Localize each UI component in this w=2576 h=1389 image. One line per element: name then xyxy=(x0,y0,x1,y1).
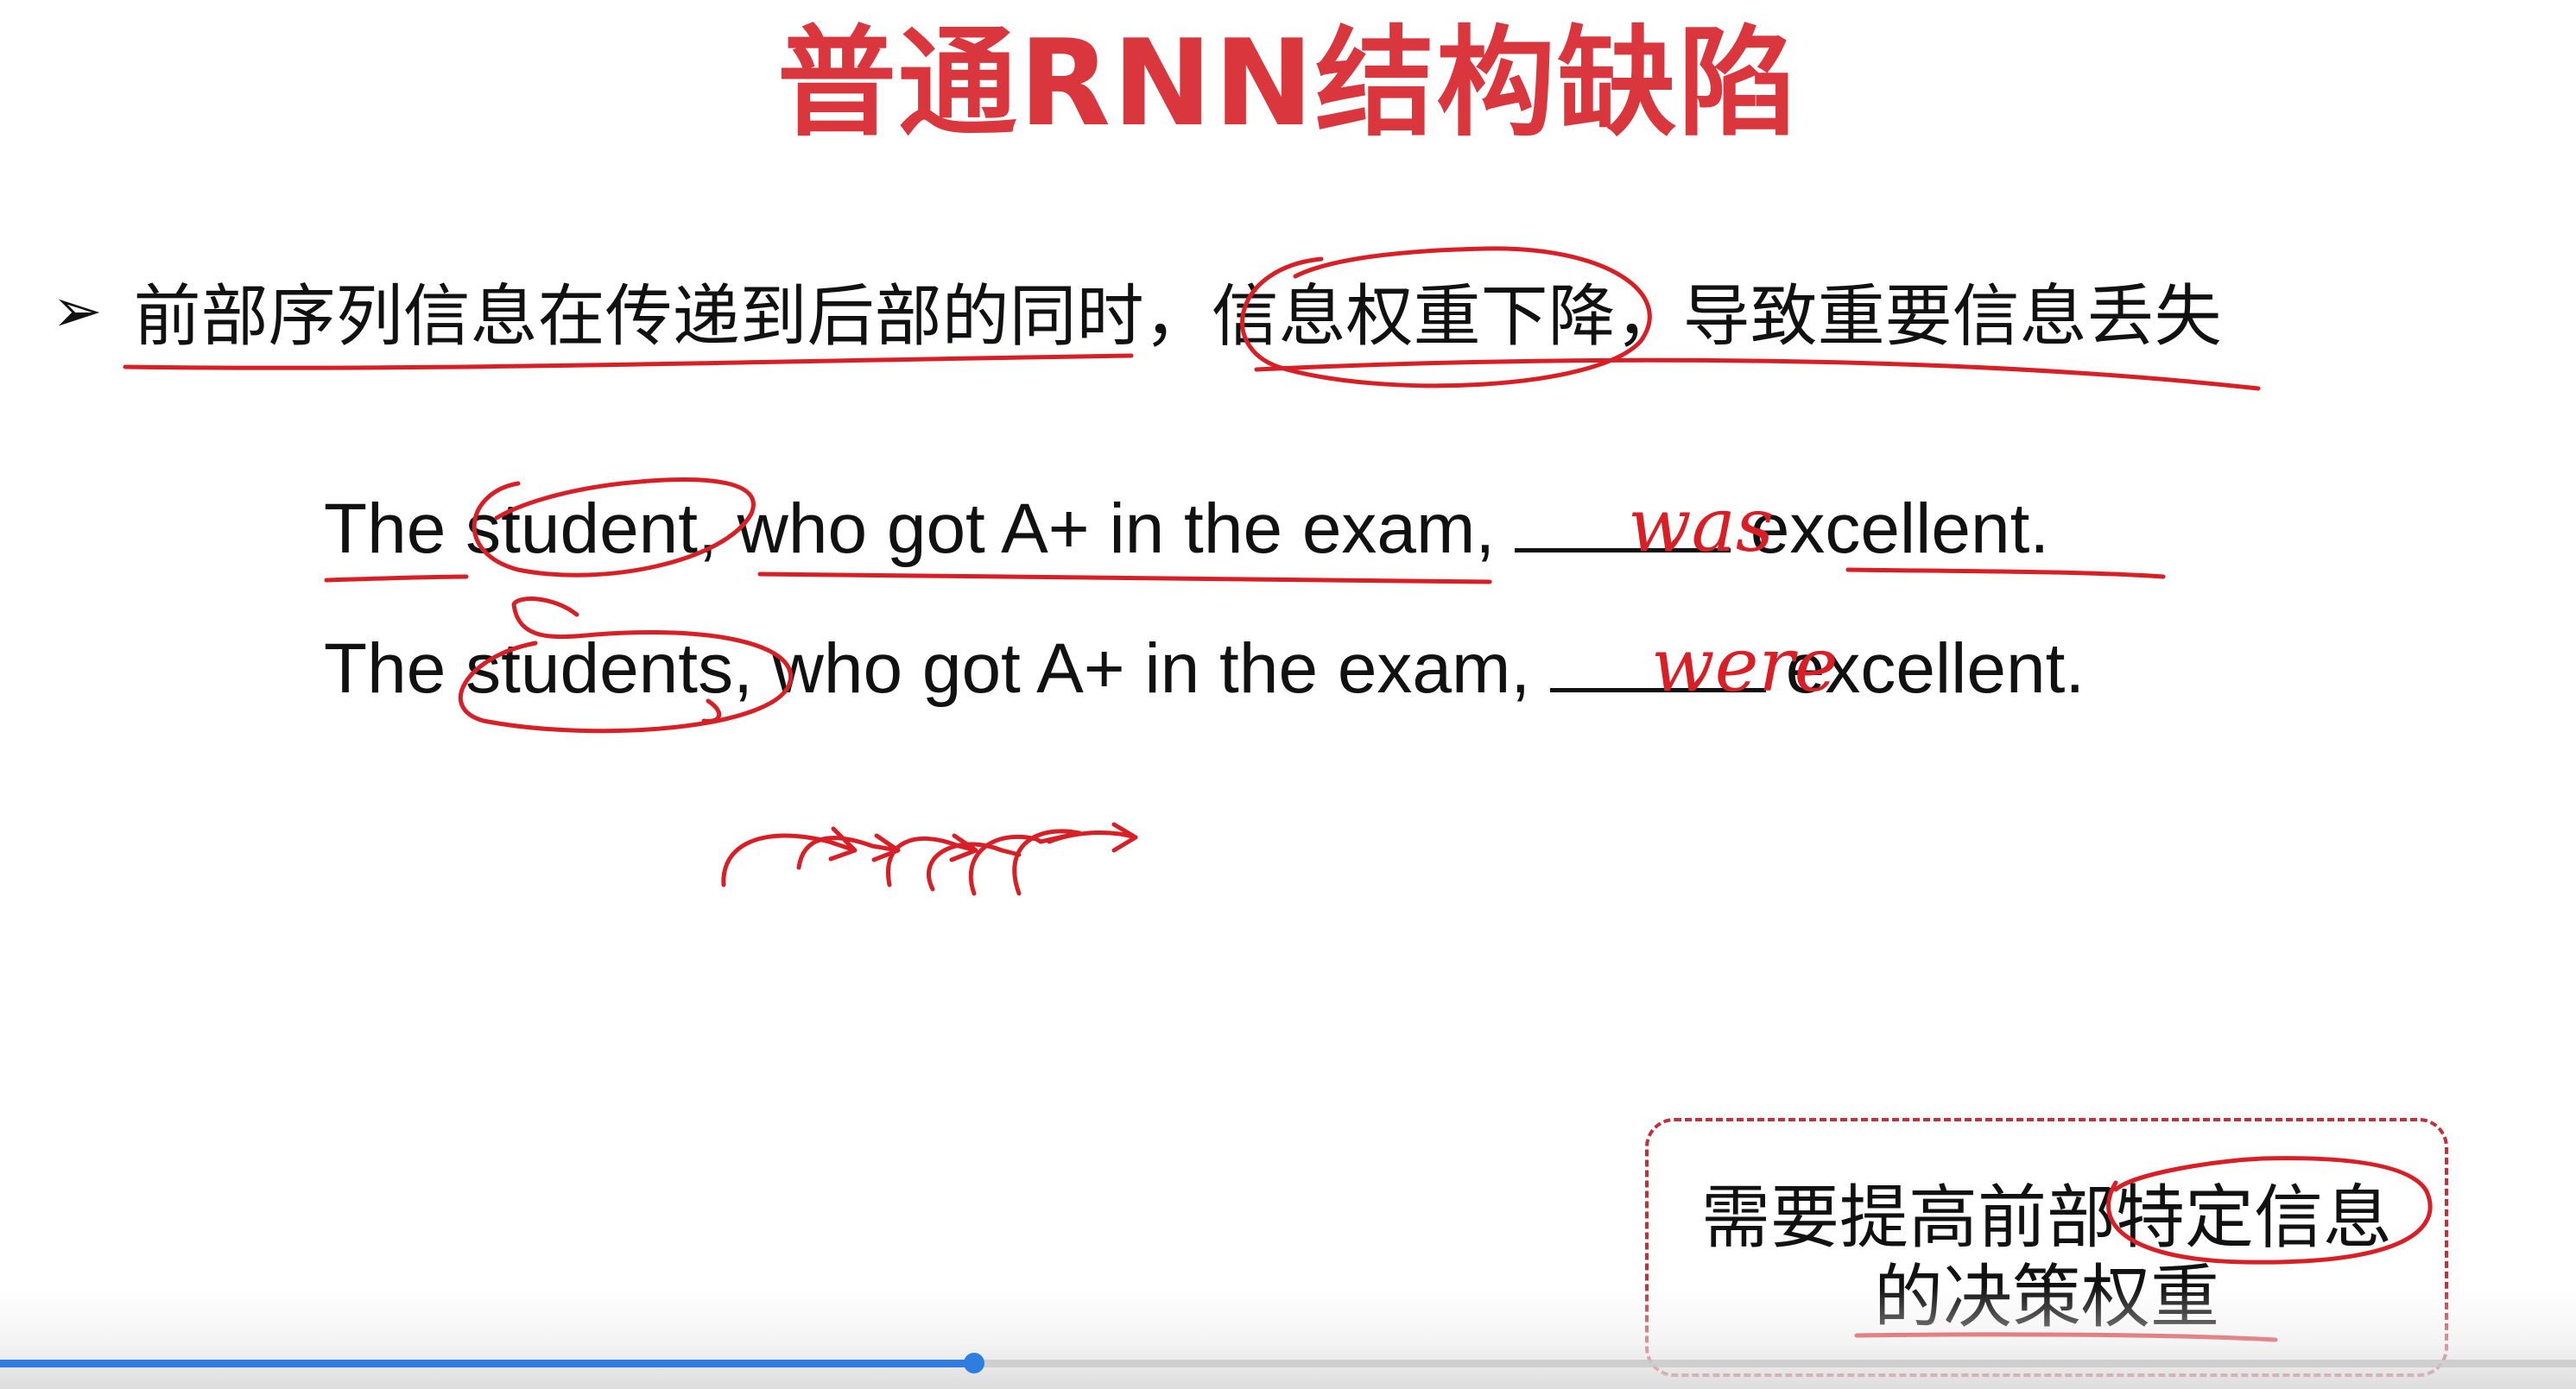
sentence-2-after: excellent. xyxy=(1785,629,2085,708)
slide: 普通RNN结构缺陷 ➢ 前部序列信息在传递到后部的同时，信息权重下降，导致重要信… xyxy=(0,0,2576,1389)
player-controls-gradient xyxy=(0,1286,2576,1389)
sentence-2-before: The students, who got A+ in the exam, xyxy=(324,629,1531,708)
example-sentence-1: The student, who got A+ in the exam, exc… xyxy=(324,488,2049,565)
ink-arrow-chain xyxy=(721,822,1138,896)
sentence-1-after: excellent. xyxy=(1750,489,2050,568)
sentence-1-blank xyxy=(1514,488,1731,552)
video-progress-handle[interactable] xyxy=(963,1353,984,1373)
ink-underline-the xyxy=(324,574,469,583)
bullet-point: ➢ 前部序列信息在传递到后部的同时，信息权重下降，导致重要信息丢失 xyxy=(52,263,2222,358)
video-progress-fill xyxy=(0,1360,974,1367)
sentence-2-blank xyxy=(1549,628,1766,692)
ink-underline-clause-1 xyxy=(757,571,1492,584)
example-sentence-2: The students, who got A+ in the exam, ex… xyxy=(324,628,2085,704)
ink-underline-bullet-2 xyxy=(1254,357,2261,391)
slide-title: 普通RNN结构缺陷 xyxy=(776,14,1800,153)
ink-underline-excellent-1 xyxy=(1845,567,2166,579)
sentence-1-before: The student, who got A+ in the exam, xyxy=(324,489,1496,568)
bullet-arrow-icon: ➢ xyxy=(52,275,103,346)
note-line-1: 需要提高前部特定信息 xyxy=(1701,1177,2392,1258)
bullet-text: 前部序列信息在传递到后部的同时，信息权重下降，导致重要信息丢失 xyxy=(133,278,2222,356)
video-progress-bar[interactable] xyxy=(0,1353,2576,1373)
